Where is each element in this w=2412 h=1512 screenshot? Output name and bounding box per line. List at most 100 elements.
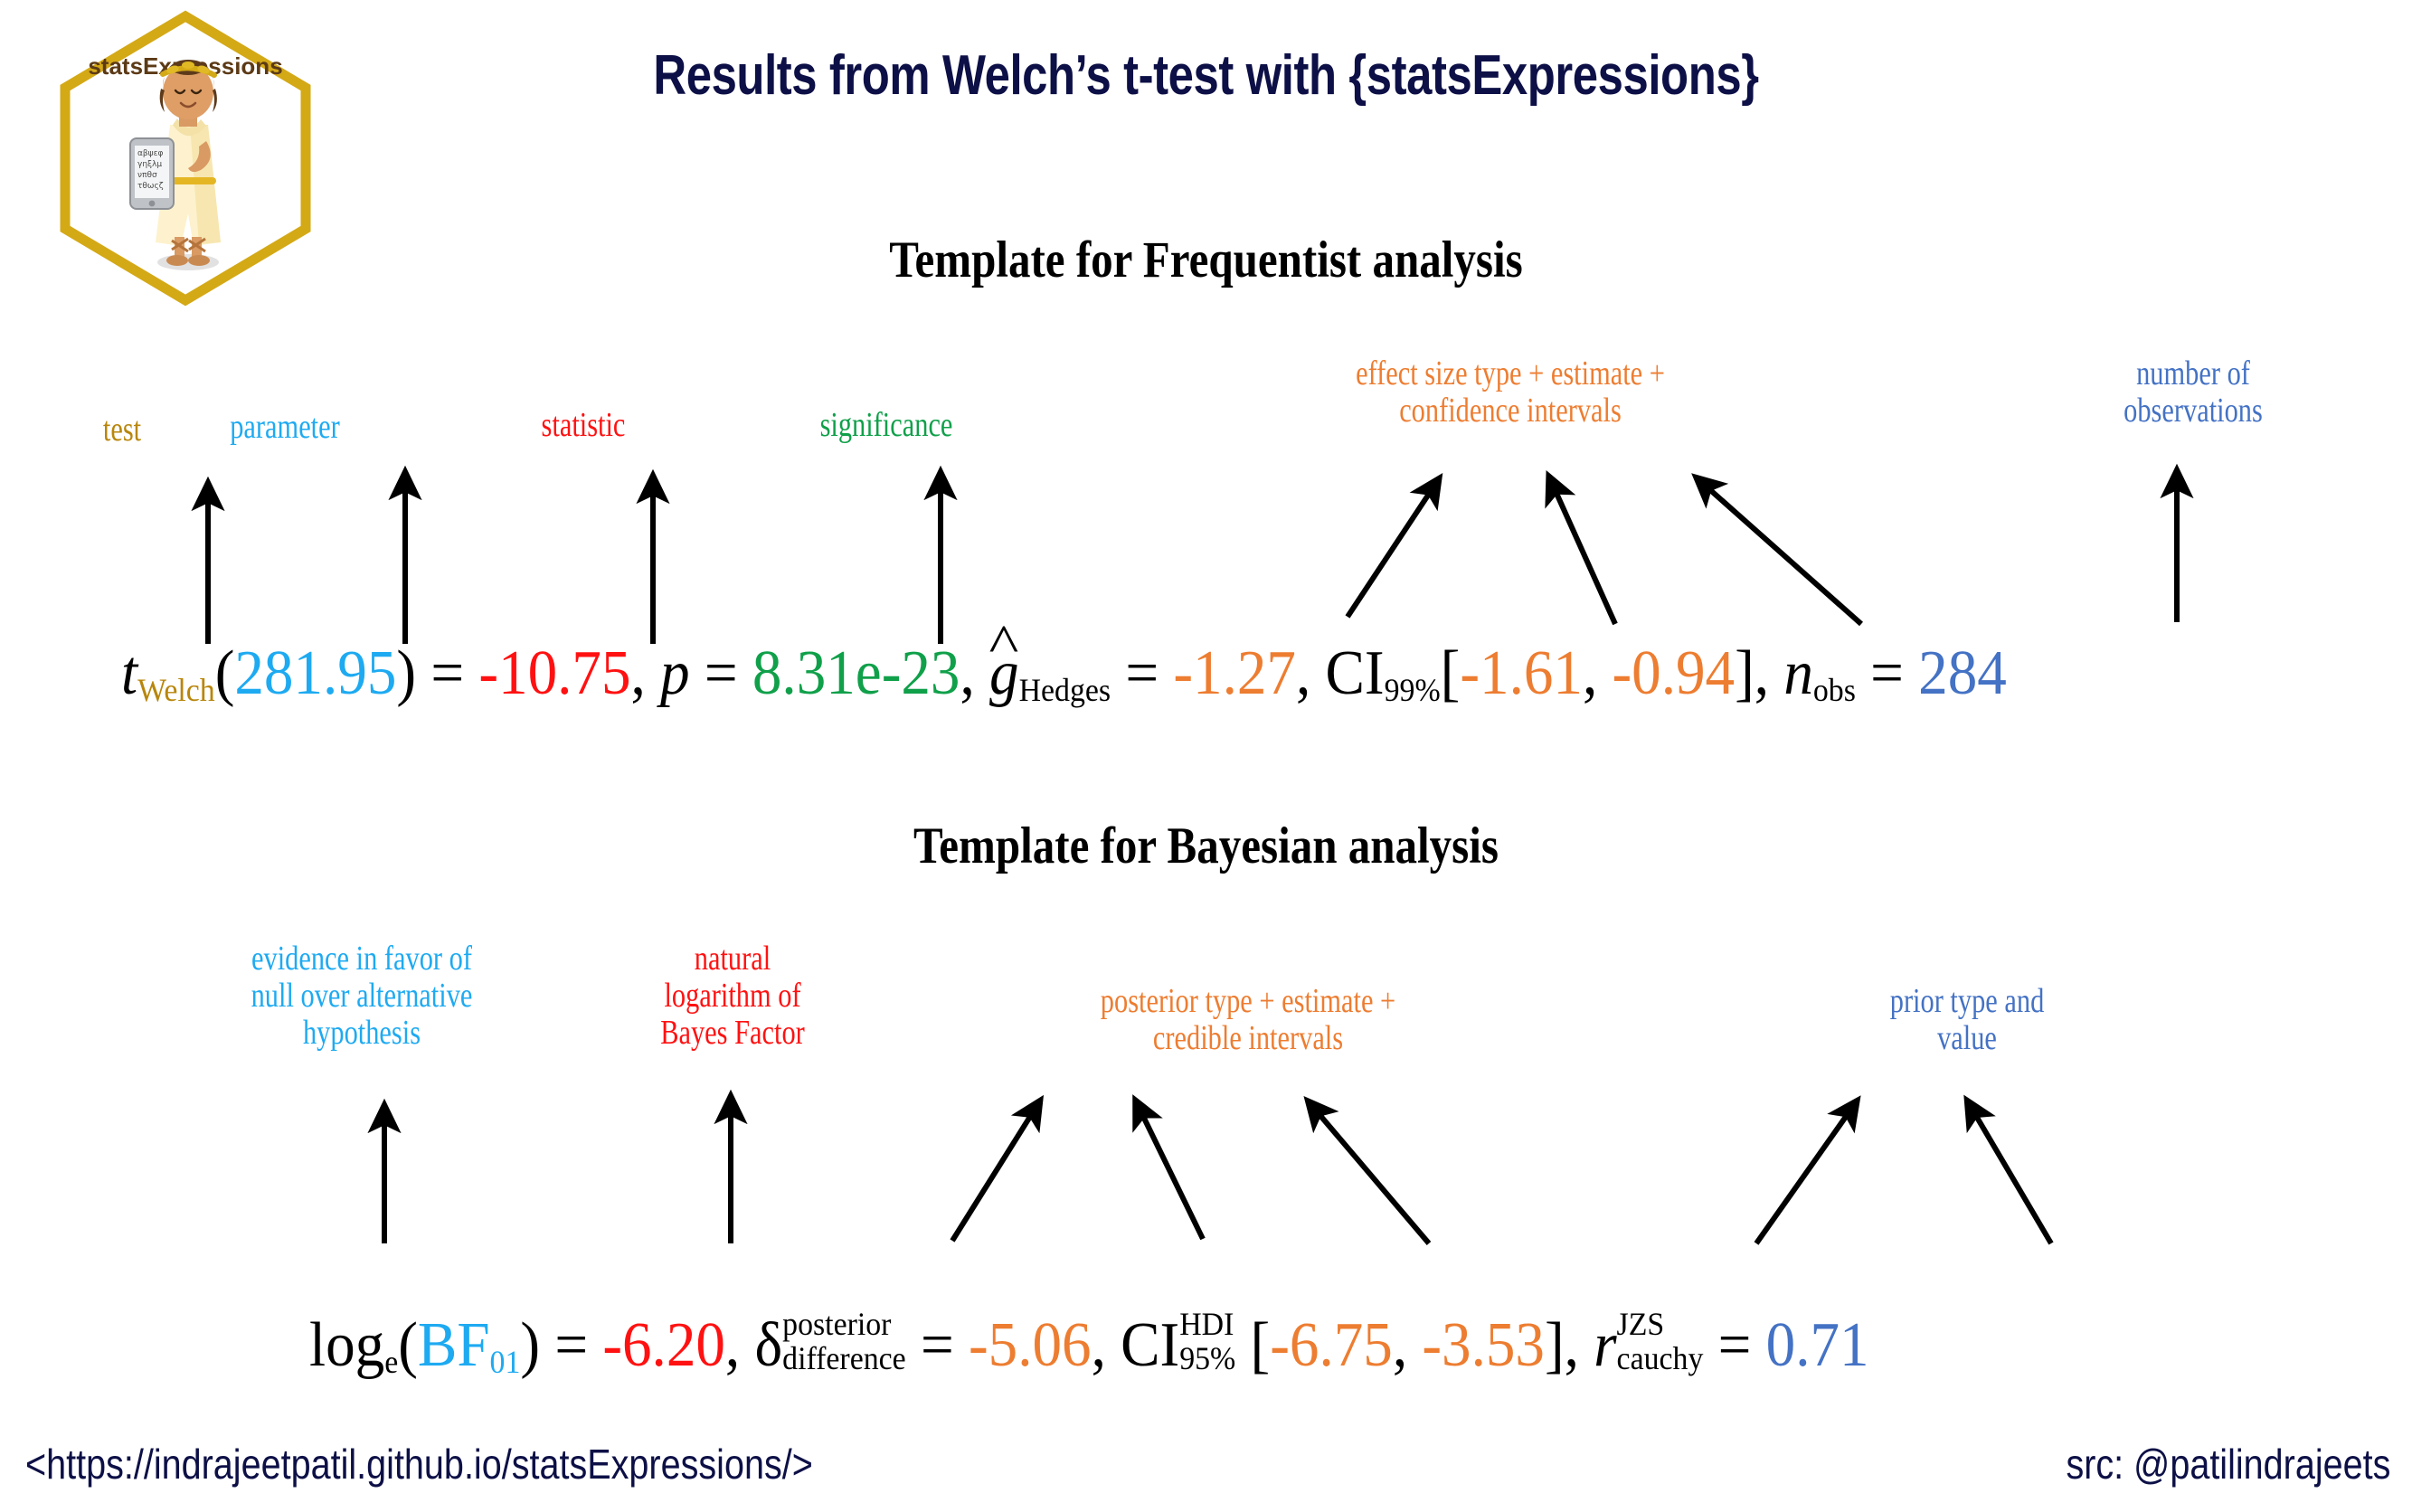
label-log-bf-line-1: natural	[694, 940, 771, 978]
tablet-text-line-3: νπθσ	[137, 171, 157, 180]
freq-p-symbol: p	[660, 638, 690, 708]
label-statistic: statistic	[541, 406, 626, 444]
label-posterior-line-2: credible intervals	[1152, 1019, 1344, 1058]
bayes-ci-subscript: 95%	[1179, 1340, 1236, 1377]
bayes-delta-subscript: difference	[782, 1340, 906, 1377]
bayes-comma-4: ,	[1564, 1310, 1579, 1380]
freq-eq-4: =	[1870, 638, 1904, 708]
bayes-prior-symbol: r	[1594, 1310, 1617, 1380]
bayes-lparen: (	[398, 1310, 418, 1380]
page-title: Results from Welch’s t-test with {statsE…	[653, 44, 1759, 107]
freq-lparen: (	[214, 638, 235, 708]
bayes-comma-2: ,	[1091, 1310, 1106, 1380]
bayesian-expression: loge(BF01) = -6.20, δ posterior difference…	[309, 1308, 1869, 1383]
freq-n-subscript: obs	[1812, 672, 1856, 708]
label-evidence-line-3: hypothesis	[302, 1014, 421, 1053]
label-log-bf-line-3: Bayes Factor	[660, 1014, 805, 1053]
tablet-text-line-2: γηξλμ	[137, 160, 162, 169]
freq-comma-1: ,	[630, 638, 646, 708]
freq-test-subscript: Welch	[137, 672, 215, 708]
bayesian-section-heading: Template for Bayesian analysis	[913, 817, 1499, 874]
arrow-effect-size-3	[1691, 473, 1863, 627]
label-prior-line-1: prior type and	[1889, 982, 2045, 1020]
arrow-prior-1	[1754, 1095, 1861, 1245]
freq-n-symbol: n	[1783, 638, 1813, 708]
label-log-bf-line-2: logarithm of	[664, 977, 801, 1016]
bayes-prior-value: 0.71	[1765, 1310, 1869, 1380]
annotation-arrows	[191, 463, 2194, 1245]
bayes-delta-superscript: posterior	[782, 1306, 892, 1343]
bayes-log-label: log	[309, 1310, 385, 1380]
freq-comma-2: ,	[960, 638, 975, 708]
arrow-posterior-1	[950, 1094, 1045, 1243]
bayes-delta-stack: posterior difference	[782, 1308, 906, 1382]
freq-comma-5: ,	[1754, 638, 1770, 708]
label-log-bf: natural logarithm of Bayes Factor	[581, 940, 884, 1052]
freq-p-value: 8.31e-23	[752, 638, 960, 708]
freq-ci-level: 99%	[1384, 672, 1441, 708]
label-parameter: parameter	[230, 408, 340, 446]
footer-url[interactable]: <https://indrajeetpatil.github.io/statsE…	[25, 1440, 813, 1488]
bayes-lbracket: [	[1250, 1310, 1271, 1380]
label-test: test	[102, 411, 142, 449]
bayes-ci-label: CI	[1121, 1310, 1180, 1380]
bayes-bf-value: -6.20	[602, 1310, 725, 1380]
label-evidence-line-1: evidence in favor of	[251, 940, 472, 978]
bayes-bf-subscript: 01	[489, 1344, 521, 1380]
freq-ci-high: -0.94	[1612, 638, 1736, 708]
label-observations-line-1: number of	[2136, 354, 2250, 392]
bayes-eq-3: =	[1717, 1310, 1752, 1380]
freq-lbracket: [	[1440, 638, 1461, 708]
freq-ci-label: CI	[1325, 638, 1385, 708]
bayes-bf-label: BF	[417, 1310, 490, 1380]
bayes-comma-3: ,	[1392, 1310, 1408, 1380]
frequentist-section-heading: Template for Frequentist analysis	[889, 232, 1523, 288]
label-evidence: evidence in favor of null over alternati…	[152, 940, 572, 1052]
label-effect-size-line-1: effect size type + estimate +	[1356, 354, 1665, 392]
arrow-posterior-3	[1303, 1095, 1432, 1245]
bayes-log-subscript: e	[384, 1344, 399, 1380]
bayes-delta-value: -5.06	[968, 1310, 1092, 1380]
bayes-prior-stack: JZS cauchy	[1616, 1308, 1704, 1382]
label-observations: number of observations	[2048, 354, 2338, 430]
label-effect-size: effect size type + estimate + confidence…	[1279, 354, 1742, 430]
freq-t-symbol: t	[121, 638, 138, 708]
freq-effect-value: -1.27	[1173, 638, 1296, 708]
label-evidence-line-2: null over alternative	[251, 977, 473, 1016]
freq-ci-low: -1.61	[1460, 638, 1583, 708]
label-posterior: posterior type + estimate + credible int…	[1017, 982, 1480, 1058]
freq-eq-2: =	[704, 638, 738, 708]
arrow-effect-size-1	[1345, 472, 1443, 619]
bayes-prior-superscript: JZS	[1616, 1306, 1665, 1343]
bayes-ci-superscript: HDI	[1179, 1306, 1234, 1343]
label-posterior-line-1: posterior type + estimate +	[1100, 982, 1396, 1020]
bayes-ci-high: -3.53	[1422, 1310, 1545, 1380]
label-observations-line-2: observations	[2124, 392, 2263, 430]
frequentist-expression: tWelch(281.95) = -10.75, p = 8.31e-23, g…	[121, 638, 2007, 710]
label-prior-line-2: value	[1937, 1019, 1997, 1058]
bayes-ci-low: -6.75	[1270, 1310, 1393, 1380]
freq-comma-4: ,	[1582, 638, 1598, 708]
freq-n-value: 284	[1918, 638, 2007, 708]
arrow-effect-size-2	[1545, 469, 1618, 626]
arrow-posterior-2	[1132, 1094, 1206, 1241]
freq-statistic-value: -10.75	[478, 638, 631, 708]
freq-effect-symbol: g	[989, 638, 1019, 708]
freq-effect-subscript: Hedges	[1018, 672, 1111, 708]
bayes-rbracket: ]	[1544, 1310, 1565, 1380]
arrow-prior-2	[1963, 1094, 2054, 1245]
bayes-rparen: )	[520, 1310, 541, 1380]
bayes-delta-symbol: δ	[754, 1310, 783, 1380]
freq-eq-1: =	[430, 638, 465, 708]
bayes-eq-1: =	[554, 1310, 589, 1380]
bayes-ci-stack: HDI 95%	[1179, 1308, 1236, 1382]
freq-comma-3: ,	[1295, 638, 1311, 708]
footer-source-credit: src: @patilindrajeets	[2066, 1441, 2390, 1488]
bayes-eq-2: =	[920, 1310, 954, 1380]
tablet-text-line-4: τθωςζ	[137, 182, 164, 191]
tablet-text-line-1: αβψεφ	[137, 149, 163, 158]
label-significance: significance	[819, 406, 953, 444]
freq-rparen: )	[396, 638, 417, 708]
bayes-prior-subscript: cauchy	[1616, 1340, 1704, 1377]
freq-eq-3: =	[1125, 638, 1159, 708]
